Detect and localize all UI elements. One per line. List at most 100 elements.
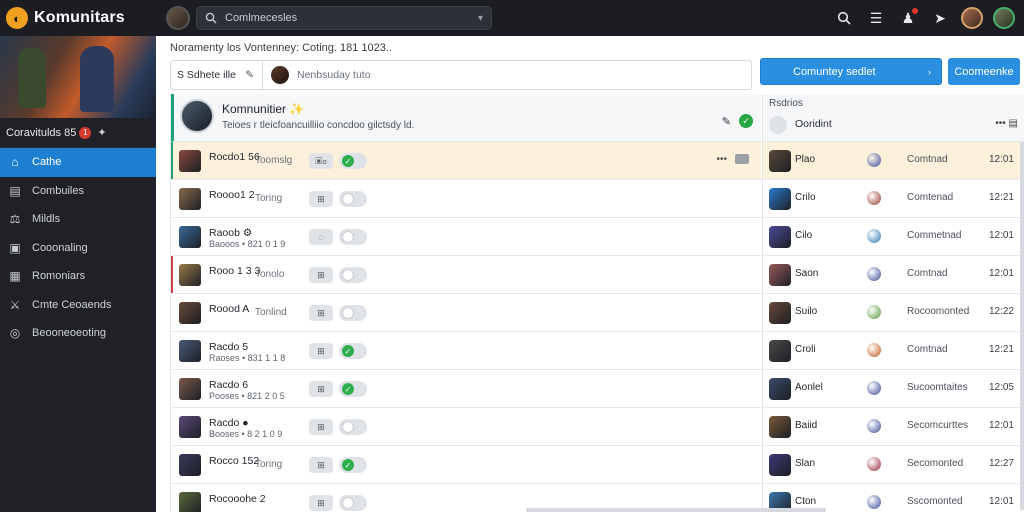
video-icon[interactable] bbox=[735, 154, 749, 164]
member-name[interactable]: Roooo1 2 bbox=[209, 189, 255, 201]
status-toggle[interactable]: ✓ bbox=[339, 153, 367, 169]
activity-status: Sscomonted bbox=[907, 496, 963, 507]
table-row[interactable]: Racdo 6 Pooses • 821 2 0 5 ⊞ ✓ bbox=[171, 370, 761, 408]
compose-tab[interactable]: S Sdhete ille ✎ bbox=[171, 61, 263, 89]
member-name[interactable]: Rooo 1 3 3 bbox=[209, 265, 260, 277]
status-toggle[interactable]: ✓ bbox=[339, 381, 367, 397]
table-row[interactable]: Roood A Tonlind ⊞ bbox=[171, 294, 761, 332]
member-name[interactable]: Rocooohe 2 bbox=[209, 493, 266, 505]
horizontal-scrollbar[interactable] bbox=[526, 508, 826, 512]
activity-row[interactable]: Saon Comtnad 12:01 bbox=[763, 256, 1024, 294]
activity-name: Cton bbox=[795, 496, 817, 507]
user-avatar-2[interactable] bbox=[988, 0, 1020, 36]
activity-row[interactable]: Croli Comtnad 12:21 bbox=[763, 332, 1024, 370]
group-header[interactable]: Komnunitier ✨ Teioes r tleicfoancuilliio… bbox=[171, 94, 761, 142]
table-row[interactable]: Roooo1 2 Toring ⊞ bbox=[171, 180, 761, 218]
compose-tab-label: S Sdhete ille bbox=[177, 69, 236, 81]
secondary-button[interactable]: Coomeenke bbox=[948, 58, 1020, 85]
community-header[interactable]: Coravitulds 85 1 ✦ bbox=[0, 118, 156, 148]
activity-filter-icon[interactable] bbox=[769, 116, 787, 134]
member-avatar bbox=[179, 225, 201, 248]
role-pill[interactable]: ▣ⲟ bbox=[309, 153, 333, 169]
status-toggle[interactable] bbox=[339, 419, 367, 435]
sidebar-item-6[interactable]: ◎ Beooneoeoting bbox=[0, 319, 156, 348]
status-toggle[interactable] bbox=[339, 191, 367, 207]
row-accent bbox=[171, 256, 173, 293]
member-name[interactable]: Rocco 152 bbox=[209, 455, 259, 467]
sidebar-item-2[interactable]: ⚖ Mildls bbox=[0, 205, 156, 234]
activity-row[interactable]: Aonlel Sucoomtaites 12:05 bbox=[763, 370, 1024, 408]
more-icon[interactable]: ••• bbox=[716, 154, 727, 165]
check-icon[interactable]: ✓ bbox=[739, 114, 753, 128]
search-bar[interactable]: Comlmecesles ▾ bbox=[196, 6, 492, 30]
status-toggle[interactable] bbox=[339, 495, 367, 511]
role-pill[interactable]: ⊞ bbox=[309, 495, 333, 511]
top-icons: ☰ ♟ ➤ bbox=[828, 0, 1020, 36]
activity-name: Aonlel bbox=[795, 382, 823, 393]
table-row[interactable]: Rocco 152 Toring ⊞ ✓ bbox=[171, 446, 761, 484]
role-pill[interactable]: ⊞ bbox=[309, 305, 333, 321]
member-name[interactable]: Raoob ⚙ bbox=[209, 227, 252, 239]
activity-name: Crilo bbox=[795, 192, 816, 203]
sidebar-item-3[interactable]: ▣ Cooonaling bbox=[0, 234, 156, 263]
search-input[interactable]: Comlmecesles bbox=[225, 12, 478, 24]
sidebar-item-0[interactable]: ⌂ Cathe bbox=[0, 148, 156, 177]
role-pill[interactable]: ⊞ bbox=[309, 343, 333, 359]
role-pill[interactable]: ⊞ bbox=[309, 267, 333, 283]
card-icon: ▤ bbox=[9, 183, 21, 198]
community-select-button[interactable]: Comuntey sedlet › bbox=[760, 58, 942, 85]
sidebar-item-label: Beooneoeoting bbox=[32, 327, 107, 340]
table-row[interactable]: Raoob ⚙ Baooos • 821 0 1 9 ◌ bbox=[171, 218, 761, 256]
table-row[interactable]: Rocdo1 56 Toomslg ▣ⲟ ✓ ••• bbox=[171, 142, 761, 180]
profile-avatar[interactable] bbox=[166, 6, 190, 30]
sidebar-item-1[interactable]: ▤ Combuiles bbox=[0, 177, 156, 206]
search-icon[interactable] bbox=[828, 0, 860, 36]
compose-input[interactable]: Nenbsuday tuto bbox=[297, 69, 371, 81]
member-name[interactable]: Racdo 5 bbox=[209, 341, 248, 353]
activity-row[interactable]: Plao Comtnad 12:01 bbox=[763, 142, 1024, 180]
activity-row[interactable]: Baiid Secomcurttes 12:01 bbox=[763, 408, 1024, 446]
more-icon[interactable]: ••• ▤ bbox=[995, 118, 1018, 129]
activity-time: 12:01 bbox=[988, 496, 1014, 507]
activity-time: 12:05 bbox=[988, 382, 1014, 393]
activity-row[interactable]: Crilo Comtenad 12:21 bbox=[763, 180, 1024, 218]
member-name[interactable]: Rocdo1 56 bbox=[209, 151, 260, 163]
role-pill[interactable]: ⊞ bbox=[309, 191, 333, 207]
edit-icon[interactable]: ✎ bbox=[245, 69, 254, 81]
status-toggle[interactable] bbox=[339, 267, 367, 283]
edit-icon[interactable]: ✎ bbox=[722, 115, 731, 128]
secondary-button-label: Coomeenke bbox=[954, 65, 1014, 78]
activity-row[interactable]: Slan Secomonted 12:27 bbox=[763, 446, 1024, 484]
member-name[interactable]: Roood A bbox=[209, 303, 249, 315]
table-row[interactable]: Rooo 1 3 3 Tonolo ⊞ bbox=[171, 256, 761, 294]
activity-name: Baiid bbox=[795, 420, 818, 431]
status-toggle[interactable] bbox=[339, 229, 367, 245]
notifications-icon[interactable]: ♟ bbox=[892, 0, 924, 36]
compass-icon[interactable]: ➤ bbox=[924, 0, 956, 36]
role-pill[interactable]: ⊞ bbox=[309, 419, 333, 435]
list-icon[interactable]: ☰ bbox=[860, 0, 892, 36]
member-name[interactable]: Racdo ● bbox=[209, 417, 249, 429]
activity-avatar bbox=[769, 454, 791, 476]
sidebar-item-5[interactable]: ⚔ Cmte Ceoaends bbox=[0, 291, 156, 320]
member-name[interactable]: Racdo 6 bbox=[209, 379, 248, 391]
member-avatar bbox=[179, 377, 201, 400]
role-pill[interactable]: ◌ bbox=[309, 229, 333, 245]
activity-row[interactable]: Cilo Commetnad 12:01 bbox=[763, 218, 1024, 256]
app-logo[interactable]: ◐ Komunitars bbox=[0, 7, 156, 29]
sidebar-item-4[interactable]: ▦ Romoniars bbox=[0, 262, 156, 291]
table-row[interactable]: Racdo ● Booses • 8 2 1 0 9 ⊞ bbox=[171, 408, 761, 446]
member-list-panel: Komnunitier ✨ Teioes r tleicfoancuilliio… bbox=[170, 94, 761, 512]
user-avatar[interactable] bbox=[956, 0, 988, 36]
status-toggle[interactable]: ✓ bbox=[339, 343, 367, 359]
activity-time: 12:01 bbox=[988, 230, 1014, 241]
activity-row[interactable]: Suilo Rocoomonted 12:22 bbox=[763, 294, 1024, 332]
compose-box[interactable]: S Sdhete ille ✎ Nenbsuday tuto bbox=[170, 60, 752, 90]
chevron-down-icon[interactable]: ▾ bbox=[478, 13, 483, 24]
table-row[interactable]: Racdo 5 Raoses • 831 1 1 8 ⊞ ✓ bbox=[171, 332, 761, 370]
status-toggle[interactable] bbox=[339, 305, 367, 321]
role-pill[interactable]: ⊞ bbox=[309, 457, 333, 473]
role-pill[interactable]: ⊞ bbox=[309, 381, 333, 397]
status-toggle[interactable]: ✓ bbox=[339, 457, 367, 473]
vertical-scrollbar[interactable] bbox=[1020, 142, 1024, 510]
